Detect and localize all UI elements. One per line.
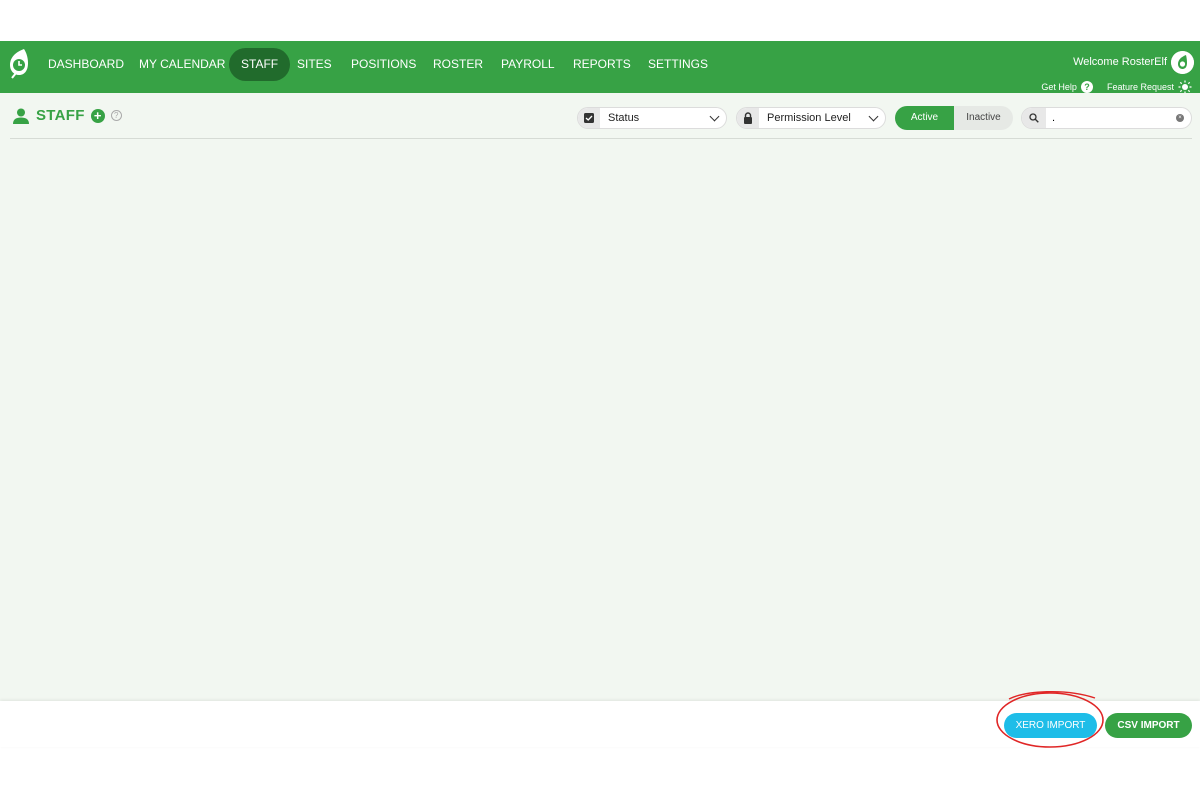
search-box: . × [1021,107,1192,129]
checkbox-icon [578,108,600,128]
lock-icon [737,108,759,128]
feature-request-link[interactable]: Feature Request [1107,80,1192,94]
question-icon: ? [1080,81,1093,93]
nav-payroll[interactable]: PAYROLL [491,48,565,81]
welcome-text: Welcome RosterElf [1073,56,1167,68]
feature-request-label: Feature Request [1106,82,1174,92]
csv-import-button[interactable]: CSV IMPORT [1105,713,1192,738]
permission-level-select[interactable]: Permission Level [736,107,886,129]
active-inactive-toggle: Active Inactive [895,106,1013,130]
highlight-circle-annotation [996,691,1104,748]
get-help-label: Get Help [1041,82,1077,92]
chevron-down-icon [709,111,720,122]
status-select[interactable]: Status [577,107,727,129]
toggle-inactive[interactable]: Inactive [954,106,1013,130]
nav-my-calendar[interactable]: MY CALENDAR [129,48,235,81]
main-content [0,93,1200,701]
user-avatar-icon[interactable] [1171,51,1194,74]
nav-dashboard[interactable]: DASHBOARD [38,48,134,81]
page-title: STAFF [36,107,85,124]
person-icon [13,108,29,124]
toggle-active[interactable]: Active [895,106,954,130]
search-input[interactable]: . [1052,112,1191,124]
help-links: Get Help ? Feature Request [1041,80,1192,94]
chevron-down-icon [868,111,879,122]
help-circle-icon[interactable]: ? [110,110,122,121]
lightbulb-icon [1178,80,1192,94]
add-staff-icon[interactable]: + [90,108,105,123]
nav-settings[interactable]: SETTINGS [638,48,718,81]
permission-select-label: Permission Level [767,112,851,124]
page-header: STAFF + ? [12,107,122,124]
header-divider [10,138,1192,139]
nav-sites[interactable]: SITES [287,48,342,81]
nav-staff[interactable]: STAFF [229,48,291,81]
nav-reports[interactable]: REPORTS [563,48,641,81]
clear-search-icon[interactable]: × [1176,114,1184,122]
nav-roster[interactable]: ROSTER [423,48,493,81]
status-select-label: Status [608,112,640,124]
nav-positions[interactable]: POSITIONS [341,48,426,81]
get-help-link[interactable]: Get Help ? [1041,81,1093,93]
search-icon [1022,108,1046,128]
rosterelf-logo-icon[interactable] [6,48,30,80]
